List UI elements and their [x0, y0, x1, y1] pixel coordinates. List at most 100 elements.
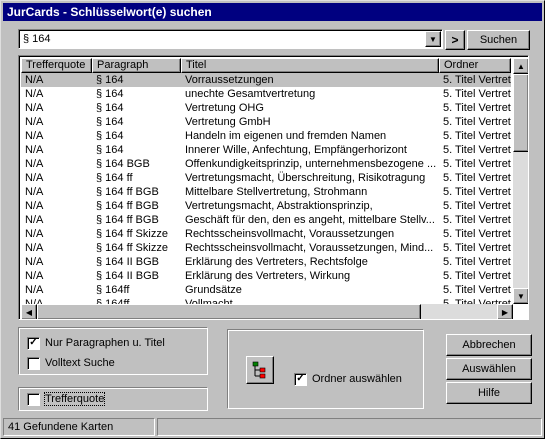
- arrow-down-icon: ▼: [517, 291, 525, 301]
- combo-dropdown-button[interactable]: ▼: [425, 31, 441, 47]
- table-cell: Vollmacht: [185, 298, 233, 304]
- table-cell: § 164 ff BGB: [96, 200, 159, 212]
- table-cell: § 164 BGB: [96, 158, 150, 170]
- table-row[interactable]: N/A § 164 Vorraussetzungen 5. Titel Vertret…: [21, 73, 511, 87]
- ordner-auswaehlen-checkbox[interactable]: ✓ Ordner auswählen: [294, 371, 402, 387]
- table-cell: 5. Titel Vertretu: [443, 102, 511, 114]
- cancel-button[interactable]: Abbrechen: [446, 334, 532, 356]
- scroll-up-button[interactable]: ▲: [513, 58, 528, 74]
- column-header-titel[interactable]: Titel: [181, 58, 439, 73]
- table-cell: 5. Titel Vertretu: [443, 144, 511, 156]
- scroll-left-button[interactable]: ◀: [21, 304, 37, 319]
- table-row[interactable]: N/A § 164 ff Vertretungsmacht, Überschreit…: [21, 171, 511, 185]
- table-row[interactable]: N/A § 164 ff BGB Geschäft für den, den es …: [21, 213, 511, 227]
- table-cell: 5. Titel Vertretu: [443, 74, 511, 86]
- table-cell: N/A: [25, 256, 44, 268]
- help-button[interactable]: Hilfe: [446, 382, 532, 404]
- select-button[interactable]: Auswählen: [446, 358, 532, 380]
- table-cell: N/A: [25, 200, 44, 212]
- volltext-label: Volltext Suche: [45, 357, 115, 369]
- column-header-paragraph[interactable]: Paragraph: [92, 58, 181, 73]
- table-row[interactable]: N/A § 164 ff Skizze Rechtsscheinsvollmacht…: [21, 227, 511, 241]
- table-cell: Innerer Wille, Anfechtung, Empfängerhori…: [185, 144, 407, 156]
- search-input[interactable]: § 164: [23, 33, 51, 45]
- table-cell: unechte Gesamtvertretung: [185, 88, 316, 100]
- arrow-up-icon: ▲: [517, 61, 525, 71]
- table-cell: 5. Titel Vertretu: [443, 200, 511, 212]
- check-icon: ✓: [296, 373, 305, 384]
- table-cell: N/A: [25, 130, 44, 142]
- horizontal-scrollbar[interactable]: ◀ ▶: [21, 304, 513, 319]
- vertical-scroll-thumb[interactable]: [513, 74, 528, 152]
- table-cell: Mittelbare Stellvertretung, Strohmann: [185, 186, 368, 198]
- table-cell: N/A: [25, 102, 44, 114]
- nur-paragraphen-box[interactable]: ✓: [27, 336, 40, 350]
- volltext-checkbox[interactable]: Volltext Suche: [27, 355, 115, 371]
- table-cell: Offenkundigkeitsprinzip, unternehmensbez…: [185, 158, 437, 170]
- table-cell: Vorraussetzungen: [185, 74, 274, 86]
- table-row[interactable]: N/A § 164 Innerer Wille, Anfechtung, Empfä…: [21, 143, 511, 157]
- table-row[interactable]: N/A § 164 BGB Offenkundigkeitsprinzip, unt…: [21, 157, 511, 171]
- status-panel: [157, 418, 542, 436]
- table-cell: Handeln im eigenen und fremden Namen: [185, 130, 387, 142]
- table-cell: Erklärung des Vertreters, Wirkung: [185, 270, 351, 282]
- table-cell: Geschäft für den, den es angeht, mittelb…: [185, 214, 435, 226]
- trefferquote-checkbox[interactable]: Trefferquote: [27, 391, 106, 407]
- go-button[interactable]: >: [445, 30, 465, 50]
- table-row[interactable]: N/A § 164 II BGB Erklärung des Vertreters,…: [21, 255, 511, 269]
- table-cell: § 164: [96, 130, 124, 142]
- table-row[interactable]: N/A § 164 ff Skizze Rechtsscheinsvollmacht…: [21, 241, 511, 255]
- table-cell: § 164: [96, 116, 124, 128]
- volltext-box[interactable]: [27, 356, 40, 370]
- folder-tree-button[interactable]: [246, 356, 274, 384]
- table-row[interactable]: N/A § 164 II BGB Erklärung des Vertreters,…: [21, 269, 511, 283]
- table-cell: N/A: [25, 186, 44, 198]
- chevron-down-icon: ▼: [429, 34, 437, 44]
- table-cell: N/A: [25, 144, 44, 156]
- table-cell: N/A: [25, 116, 44, 128]
- table-cell: 5. Titel Vertretu: [443, 298, 511, 304]
- column-header-trefferquote[interactable]: Trefferquote: [21, 58, 92, 73]
- table-cell: § 164 II BGB: [96, 270, 159, 282]
- table-cell: 5. Titel Vertretu: [443, 242, 511, 254]
- trefferquote-box[interactable]: [27, 392, 40, 406]
- table-cell: Grundsätze: [185, 284, 242, 296]
- table-row[interactable]: N/A § 164ff Vollmacht 5. Titel Vertretu: [21, 297, 511, 304]
- status-found-count: 41 Gefundene Karten: [3, 418, 155, 436]
- table-row[interactable]: N/A § 164 ff BGB Mittelbare Stellvertretun…: [21, 185, 511, 199]
- table-cell: § 164 ff Skizze: [96, 228, 168, 240]
- search-button[interactable]: Suchen: [467, 30, 530, 50]
- column-header-ordner[interactable]: Ordner: [439, 58, 511, 73]
- table-cell: Vertretung OHG: [185, 102, 264, 114]
- arrow-right-icon: ▶: [501, 307, 509, 317]
- table-row[interactable]: N/A § 164 Handeln im eigenen und fremden N…: [21, 129, 511, 143]
- horizontal-scroll-thumb[interactable]: [37, 304, 421, 319]
- table-row[interactable]: N/A § 164 ff BGB Vertretungsmacht, Abstrak…: [21, 199, 511, 213]
- table-cell: § 164 ff BGB: [96, 186, 159, 198]
- table-cell: § 164ff: [96, 284, 130, 296]
- table-cell: § 164 II BGB: [96, 256, 159, 268]
- table-cell: N/A: [25, 172, 44, 184]
- table-cell: 5. Titel Vertretu: [443, 116, 511, 128]
- table-cell: N/A: [25, 158, 44, 170]
- dialog-window: JurCards - Schlüsselwort(e) suchen § 164…: [0, 0, 545, 439]
- table-cell: § 164: [96, 102, 124, 114]
- table-cell: 5. Titel Vertretu: [443, 256, 511, 268]
- folder-tree-icon: [252, 361, 266, 379]
- table-row[interactable]: N/A § 164 Vertretung OHG 5. Titel Vertretu: [21, 101, 511, 115]
- window-title: JurCards - Schlüsselwort(e) suchen: [3, 3, 542, 21]
- ordner-auswaehlen-box[interactable]: ✓: [294, 372, 307, 386]
- table-cell: § 164: [96, 88, 124, 100]
- scroll-right-button[interactable]: ▶: [497, 304, 513, 319]
- search-combobox[interactable]: § 164 ▼: [18, 29, 443, 49]
- scroll-down-button[interactable]: ▼: [513, 288, 528, 304]
- table-cell: 5. Titel Vertretu: [443, 228, 511, 240]
- table-row[interactable]: N/A § 164ff Grundsätze 5. Titel Vertretu: [21, 283, 511, 297]
- table-cell: 5. Titel Vertretu: [443, 186, 511, 198]
- table-row[interactable]: N/A § 164 unechte Gesamtvertretung 5. Titel…: [21, 87, 511, 101]
- vertical-scrollbar[interactable]: ▲ ▼: [513, 58, 528, 304]
- table-cell: N/A: [25, 214, 44, 226]
- table-row[interactable]: N/A § 164 Vertretung GmbH 5. Titel Vertretu: [21, 115, 511, 129]
- results-list[interactable]: Trefferquote Paragraph Titel Ordner N/A §…: [18, 55, 529, 320]
- nur-paragraphen-checkbox[interactable]: ✓ Nur Paragraphen u. Titel: [27, 335, 165, 351]
